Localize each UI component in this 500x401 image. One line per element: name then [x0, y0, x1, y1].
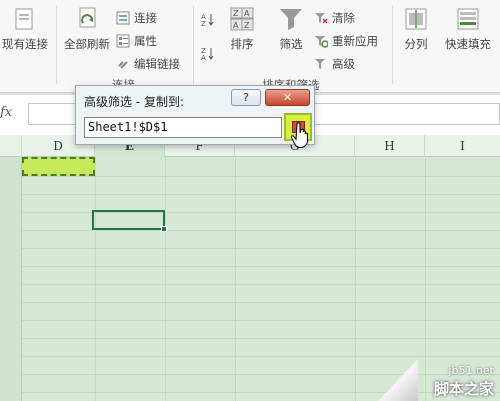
- reapply-button[interactable]: 重新应用: [314, 32, 378, 50]
- fill-handle[interactable]: [161, 226, 167, 232]
- column-header-h[interactable]: H: [355, 135, 425, 157]
- grid-line: [22, 284, 500, 285]
- filter-button[interactable]: 筛选: [274, 6, 308, 52]
- edit-links-label: 编辑链接: [134, 57, 180, 71]
- close-button[interactable]: ✕: [265, 89, 310, 106]
- grid-line: [22, 320, 500, 321]
- advanced-filter-dialog: 高级筛选 - 复制到: ? ✕ Sheet1!$D$1: [75, 85, 315, 145]
- grid-line: [22, 230, 500, 231]
- grid-line: [22, 374, 500, 375]
- watermark-brand: 脚本之家: [433, 380, 494, 398]
- svg-text:A: A: [233, 21, 239, 30]
- grid-line: [22, 356, 500, 357]
- watermark-site: jb51.net: [448, 364, 494, 377]
- cell-grid[interactable]: [0, 157, 500, 401]
- separator: [56, 6, 57, 84]
- properties-button[interactable]: 属性: [116, 32, 157, 50]
- svg-text:A: A: [201, 54, 206, 60]
- svg-text:Z: Z: [244, 21, 250, 30]
- advanced-filter-button[interactable]: 高级: [314, 55, 355, 73]
- svg-text:Z: Z: [233, 9, 239, 18]
- sort-za-icon: ZA: [200, 46, 214, 62]
- connections-icon: [116, 11, 130, 25]
- advanced-label: 高级: [332, 57, 355, 71]
- select-all-corner[interactable]: [0, 135, 22, 157]
- clear-label: 清除: [332, 11, 355, 25]
- reapply-icon: [314, 34, 329, 48]
- column-header-i[interactable]: I: [425, 135, 500, 157]
- flash-fill-icon: [455, 6, 481, 32]
- grid-line: [22, 266, 500, 267]
- flash-fill-button[interactable]: 快速填充: [438, 6, 498, 52]
- svg-text:Z: Z: [201, 20, 206, 26]
- sort-icon: ZAAZ: [229, 6, 255, 32]
- sort-asc-button[interactable]: AZ: [200, 10, 218, 28]
- properties-icon: [116, 34, 130, 48]
- connections-label: 连接: [134, 11, 157, 25]
- text-to-columns-label: 分列: [404, 37, 428, 51]
- clear-filter-button[interactable]: 清除: [314, 9, 355, 27]
- copy-to-range-input[interactable]: Sheet1!$D$1: [84, 117, 282, 138]
- svg-text:A: A: [244, 9, 250, 18]
- hand-cursor-icon: [291, 122, 309, 148]
- existing-connections-label: 现有连接: [2, 37, 48, 51]
- filter-funnel-icon: [278, 6, 304, 32]
- refresh-all-button[interactable]: 全部刷新: [60, 6, 114, 52]
- help-button[interactable]: ?: [231, 89, 261, 106]
- separator: [193, 6, 194, 84]
- row-headers[interactable]: [0, 157, 22, 401]
- flash-fill-label: 快速填充: [445, 37, 491, 51]
- separator: [392, 6, 393, 84]
- existing-connections-icon: [12, 6, 38, 32]
- connections-button[interactable]: 连接: [116, 9, 157, 27]
- refresh-all-label: 全部刷新: [64, 37, 110, 51]
- grid-line: [22, 176, 500, 177]
- grid-line: [22, 194, 500, 195]
- edit-links-button[interactable]: 编辑链接: [116, 55, 180, 73]
- grid-line: [22, 302, 500, 303]
- clear-filter-icon: [314, 11, 328, 25]
- dialog-title: 高级筛选 - 复制到:: [84, 95, 185, 109]
- reapply-label: 重新应用: [332, 34, 378, 48]
- sort-desc-button[interactable]: ZA: [200, 44, 218, 62]
- refresh-icon: [74, 6, 100, 32]
- active-cell[interactable]: [92, 210, 167, 232]
- sort-az-icon: AZ: [200, 12, 214, 28]
- advanced-filter-icon: [314, 57, 328, 71]
- grid-line: [22, 392, 500, 393]
- copy-target-cell-d1[interactable]: [22, 157, 95, 176]
- sort-label: 排序: [230, 37, 254, 51]
- filter-label: 筛选: [279, 37, 303, 51]
- sort-button[interactable]: ZAAZ 排序: [224, 6, 260, 52]
- grid-line: [22, 338, 500, 339]
- text-to-columns-icon: [403, 6, 429, 32]
- grid-line: [22, 248, 500, 249]
- fx-icon[interactable]: fx: [0, 105, 14, 125]
- ribbon: 现有连接 全部刷新 连接 属性 编辑链接 连接 AZ ZA ZAAZ 排序: [0, 0, 500, 93]
- edit-links-icon: [116, 57, 130, 71]
- existing-connections-button[interactable]: 现有连接: [0, 6, 50, 52]
- properties-label: 属性: [134, 34, 157, 48]
- text-to-columns-button[interactable]: 分列: [398, 6, 434, 52]
